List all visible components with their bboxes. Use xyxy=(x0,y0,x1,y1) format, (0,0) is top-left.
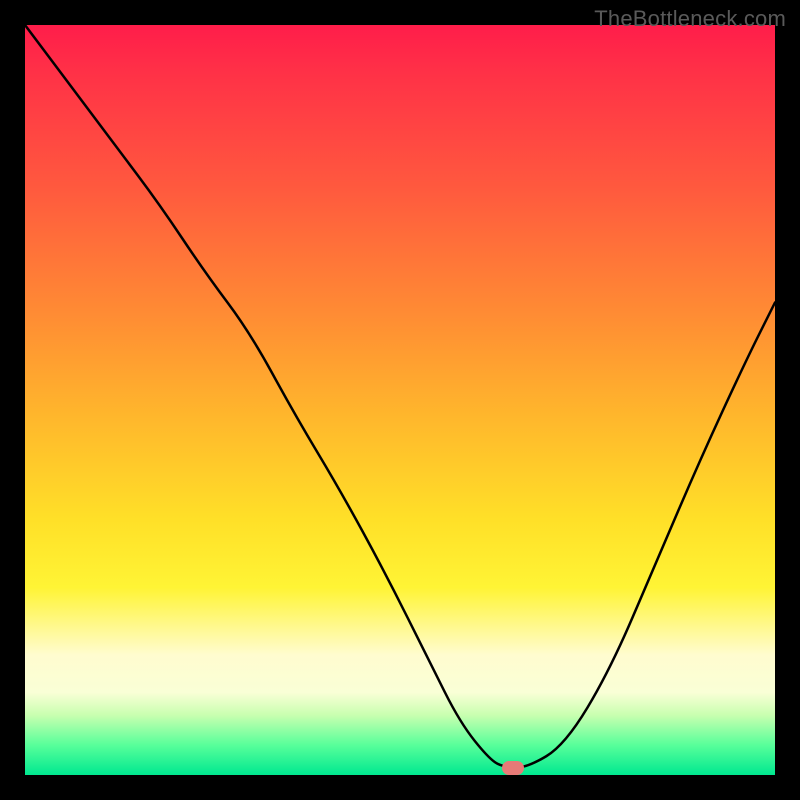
chart-frame: TheBottleneck.com xyxy=(0,0,800,800)
curve-layer xyxy=(25,25,775,775)
watermark-text: TheBottleneck.com xyxy=(594,6,786,32)
optimal-point-marker xyxy=(502,761,524,775)
bottleneck-curve xyxy=(25,25,775,768)
plot-area xyxy=(25,25,775,775)
